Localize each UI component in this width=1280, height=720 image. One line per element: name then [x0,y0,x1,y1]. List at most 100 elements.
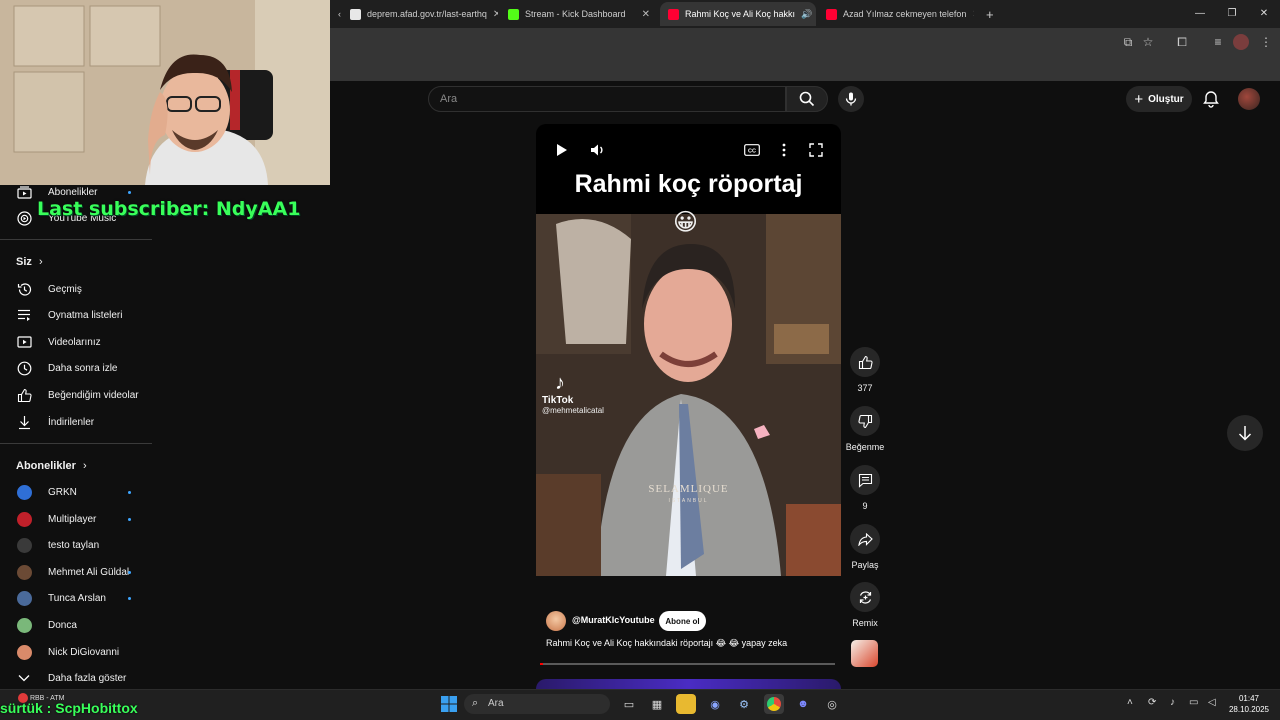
sidebar-channel-nick-digiovanni[interactable]: Nick DiGiovanni [0,639,152,665]
venue-watermark: SELAMLIQUE [648,483,729,495]
cast-icon[interactable]: ⧉ [1120,34,1136,50]
svg-text:CC: CC [748,148,756,154]
account-avatar[interactable] [1238,88,1260,110]
extensions-icon[interactable]: ⧠ [1174,34,1190,50]
tray-sync-icon[interactable]: ⟳ [1148,697,1156,708]
tab-kick[interactable]: Stream - Kick Dashboard ✕ [500,2,658,26]
remix-label: Remix [852,618,878,628]
remix-button[interactable]: Remix [844,582,886,628]
task-view-icon[interactable]: ▭ [619,694,639,714]
channel-avatar [16,644,32,660]
sidebar-channel-testo-taylan[interactable]: testo taylan [0,532,152,558]
tab-search-icon[interactable]: ≡ [1210,34,1226,50]
history-icon [16,281,32,297]
file-explorer-icon[interactable] [676,694,696,714]
sidebar-item-liked-videos[interactable]: Beğendiğim videolar [0,382,152,408]
tab-afad[interactable]: deprem.afad.gov.tr/last-earthq ✕ [342,2,498,26]
search-button[interactable] [786,86,828,112]
voice-search-button[interactable] [838,86,864,112]
subscribe-button[interactable]: Abone ol [659,611,706,631]
bookmark-star-icon[interactable]: ☆ [1140,34,1156,50]
clock-time: 01:47 [1238,694,1260,703]
discord-icon[interactable]: ☻ [793,694,813,714]
channel-name[interactable]: @MuratKlcYoutube [572,615,655,625]
steam-icon[interactable]: ⚙ [734,694,754,714]
tray-mic-icon[interactable]: ♪ [1170,697,1175,708]
like-button[interactable]: 377 [844,347,886,393]
profile-avatar[interactable] [1233,34,1249,50]
close-tab-icon[interactable]: ✕ [972,9,974,20]
progress-bar[interactable] [540,663,835,665]
tab-label: deprem.afad.gov.tr/last-earthq [367,9,487,19]
video-frame[interactable]: ♪ TikTok @mehmetalicatal SELAMLIQUE ISTA… [536,214,841,576]
comments-count: 9 [862,501,868,511]
sidebar-channel-mehmet-ali-guldal[interactable]: Mehmet Ali Güldal [0,559,152,585]
play-button[interactable] [553,141,571,159]
tab-azad[interactable]: Azad Yılmaz cekmeyen telefon ✕ [818,2,974,26]
audio-source-thumbnail[interactable] [851,640,878,667]
sidebar-label: Videolarınız [48,336,101,348]
fullscreen-button[interactable] [807,141,825,159]
channel-label: Multiplayer [48,513,97,525]
create-button[interactable]: + Oluştur [1126,86,1192,112]
sidebar-item-history[interactable]: Geçmiş [0,276,152,302]
new-content-dot [128,570,131,574]
new-content-dot [128,490,131,494]
close-tab-icon[interactable]: ✕ [493,9,498,20]
channel-avatar [16,537,32,553]
sidebar-subscriptions-header[interactable]: Abonelikler › [16,460,87,472]
sidebar-divider [0,239,152,240]
app-icon[interactable]: ◉ [705,694,725,714]
next-short-button[interactable] [1227,415,1263,451]
sidebar-you-header[interactable]: Siz › [16,256,43,268]
bell-icon [1203,91,1219,108]
dislike-button[interactable]: Beğenme [844,406,886,452]
minimize-icon[interactable]: — [1184,0,1216,28]
sidebar-item-playlists[interactable]: Oynatma listeleri [0,302,152,328]
sidebar-channel-multiplayer[interactable]: Multiplayer [0,506,152,532]
sidebar-show-more[interactable]: Daha fazla göster [0,665,152,691]
chrome-icon[interactable] [764,694,784,714]
comment-icon [858,473,872,488]
more-options-button[interactable] [775,141,793,159]
youtube-icon [668,8,679,20]
taskbar-search-input[interactable]: Ara [464,694,610,714]
share-button[interactable]: Paylaş [844,524,886,570]
search-input[interactable]: Ara [428,86,786,112]
channel-avatar [16,590,32,606]
channel-avatar [16,564,32,580]
progress-bar-fill [540,663,543,665]
comments-button[interactable]: 9 [844,465,886,511]
sidebar-item-your-videos[interactable]: Videolarınız [0,329,152,355]
volume-button[interactable] [589,141,607,159]
restore-icon[interactable]: ❐ [1216,0,1248,28]
youtube-icon [826,8,837,20]
close-tab-icon[interactable]: ✕ [642,9,650,20]
notifications-button[interactable] [1201,89,1221,109]
sidebar-channel-donca[interactable]: Donca [0,612,152,638]
tray-display-icon[interactable]: ▭ [1189,697,1198,708]
like-count: 377 [857,383,873,393]
speaker-icon[interactable]: 🔊 [801,9,812,20]
windows-start-button[interactable] [439,694,459,714]
taskbar-clock[interactable]: 01:47 28.10.2025 [1226,693,1272,715]
browser-menu-icon[interactable]: ⋮ [1258,34,1274,50]
calculator-icon[interactable]: ▦ [647,694,667,714]
channel-avatar[interactable] [546,611,566,631]
close-window-icon[interactable]: ✕ [1248,0,1280,28]
new-tab-button[interactable]: + [978,2,998,26]
short-description[interactable]: Rahmi Koç ve Ali Koç hakkındaki röportaj… [546,638,787,649]
captions-button[interactable]: CC [743,141,761,159]
tray-chevron-icon[interactable]: ˄ [1127,697,1133,708]
channel-label: Mehmet Ali Güldal [48,566,130,578]
tab-youtube-active[interactable]: Rahmi Koç ve Ali Koç hakkı 🔊 ✕ [660,2,816,26]
app-icon[interactable]: ◎ [822,694,842,714]
sidebar-item-downloads[interactable]: İndirilenler [0,409,152,435]
share-label: Paylaş [851,560,879,570]
sidebar-channel-grkn[interactable]: GRKN [0,479,152,505]
next-short-preview[interactable] [536,679,841,689]
tray-volume-icon[interactable]: ◁ [1208,697,1216,708]
sidebar-channel-tunca-arslan[interactable]: Tunca Arslan [0,585,152,611]
sidebar-item-watch-later[interactable]: Daha sonra izle [0,355,152,381]
channel-avatar [16,617,32,633]
